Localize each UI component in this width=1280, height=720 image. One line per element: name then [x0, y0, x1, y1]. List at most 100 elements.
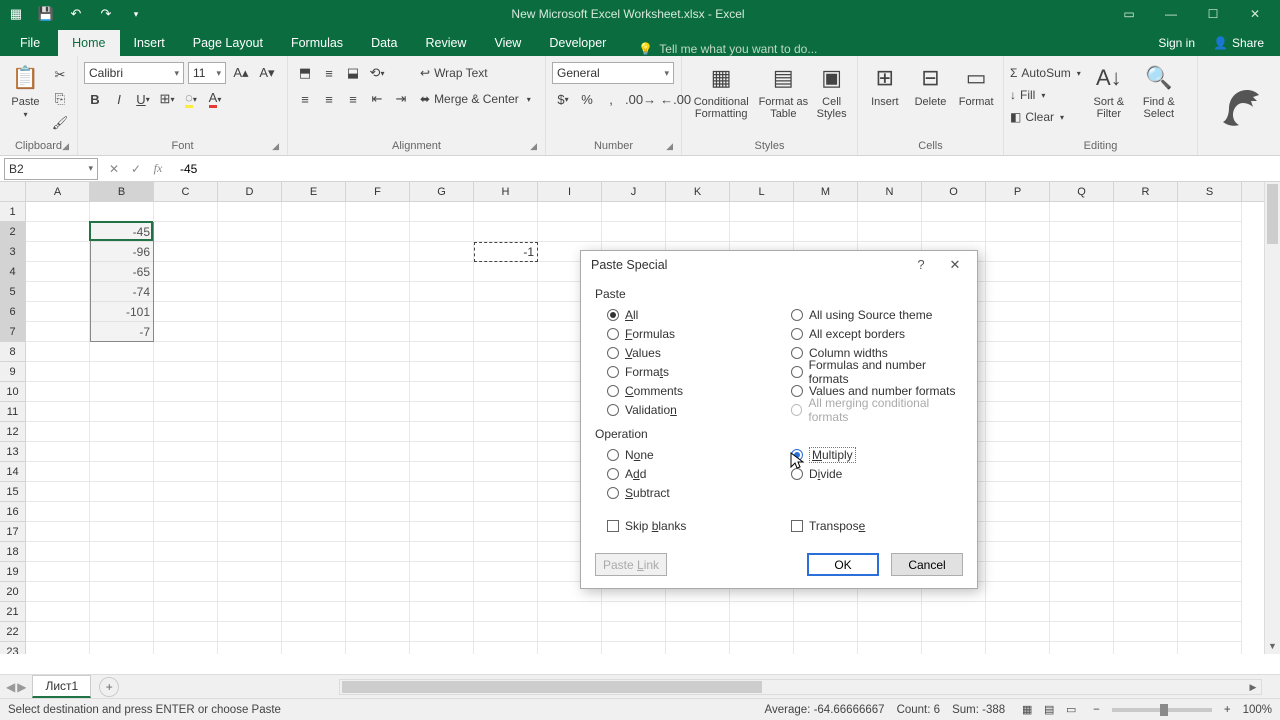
- cell-C4[interactable]: [154, 262, 218, 282]
- cell-C3[interactable]: [154, 242, 218, 262]
- cell-E7[interactable]: [282, 322, 346, 342]
- cell-L23[interactable]: [730, 642, 794, 654]
- cell-R8[interactable]: [1114, 342, 1178, 362]
- cell-E4[interactable]: [282, 262, 346, 282]
- cell-E10[interactable]: [282, 382, 346, 402]
- row-header-5[interactable]: 5: [0, 282, 26, 302]
- cell-P16[interactable]: [986, 502, 1050, 522]
- cell-F8[interactable]: [346, 342, 410, 362]
- column-header-K[interactable]: K: [666, 182, 730, 201]
- tab-review[interactable]: Review: [411, 30, 480, 56]
- cell-D12[interactable]: [218, 422, 282, 442]
- cell-D23[interactable]: [218, 642, 282, 654]
- cell-C10[interactable]: [154, 382, 218, 402]
- font-color-button[interactable]: A▾: [204, 88, 226, 110]
- cell-Q13[interactable]: [1050, 442, 1114, 462]
- cell-H1[interactable]: [474, 202, 538, 222]
- maximize-icon[interactable]: ☐: [1192, 0, 1234, 28]
- cell-B17[interactable]: [90, 522, 154, 542]
- cell-S10[interactable]: [1178, 382, 1242, 402]
- cell-Q16[interactable]: [1050, 502, 1114, 522]
- cell-E15[interactable]: [282, 482, 346, 502]
- cell-I21[interactable]: [538, 602, 602, 622]
- column-header-S[interactable]: S: [1178, 182, 1242, 201]
- tab-file[interactable]: File: [2, 30, 58, 56]
- radio-multiply[interactable]: Multiply: [779, 445, 963, 464]
- cell-B15[interactable]: [90, 482, 154, 502]
- cell-A15[interactable]: [26, 482, 90, 502]
- cell-E14[interactable]: [282, 462, 346, 482]
- normal-view-icon[interactable]: ▦: [1017, 702, 1037, 718]
- cell-J1[interactable]: [602, 202, 666, 222]
- radio-formulas-and-number-formats[interactable]: Formulas and number formats: [779, 362, 963, 381]
- cell-B11[interactable]: [90, 402, 154, 422]
- align-center-icon[interactable]: ≡: [318, 88, 340, 110]
- cell-Q19[interactable]: [1050, 562, 1114, 582]
- align-top-icon[interactable]: ⬒: [294, 62, 316, 84]
- cell-D7[interactable]: [218, 322, 282, 342]
- row-header-1[interactable]: 1: [0, 202, 26, 222]
- decrease-font-icon[interactable]: A▾: [256, 62, 278, 84]
- cell-M1[interactable]: [794, 202, 858, 222]
- sign-in-link[interactable]: Sign in: [1148, 30, 1205, 56]
- cell-P14[interactable]: [986, 462, 1050, 482]
- dialog-titlebar[interactable]: Paste Special ? ✕: [581, 251, 977, 279]
- cell-C14[interactable]: [154, 462, 218, 482]
- save-icon[interactable]: 💾: [34, 3, 58, 25]
- cell-M23[interactable]: [794, 642, 858, 654]
- cell-E19[interactable]: [282, 562, 346, 582]
- find-select-button[interactable]: 🔍Find & Select: [1137, 62, 1181, 120]
- cell-R4[interactable]: [1114, 262, 1178, 282]
- cell-B1[interactable]: [90, 202, 154, 222]
- cell-L2[interactable]: [730, 222, 794, 242]
- cell-F22[interactable]: [346, 622, 410, 642]
- cell-A5[interactable]: [26, 282, 90, 302]
- row-header-10[interactable]: 10: [0, 382, 26, 402]
- cell-L21[interactable]: [730, 602, 794, 622]
- tab-data[interactable]: Data: [357, 30, 411, 56]
- scroll-right-icon[interactable]: ▶: [1245, 680, 1261, 694]
- cell-N1[interactable]: [858, 202, 922, 222]
- cell-E6[interactable]: [282, 302, 346, 322]
- cell-J2[interactable]: [602, 222, 666, 242]
- cell-S4[interactable]: [1178, 262, 1242, 282]
- row-header-23[interactable]: 23: [0, 642, 26, 654]
- cell-B14[interactable]: [90, 462, 154, 482]
- scroll-down-icon[interactable]: ▼: [1265, 638, 1280, 654]
- cell-G1[interactable]: [410, 202, 474, 222]
- radio-all-using-source-theme[interactable]: All using Source theme: [779, 305, 963, 324]
- cell-H13[interactable]: [474, 442, 538, 462]
- cell-H22[interactable]: [474, 622, 538, 642]
- cell-F7[interactable]: [346, 322, 410, 342]
- row-header-12[interactable]: 12: [0, 422, 26, 442]
- row-header-8[interactable]: 8: [0, 342, 26, 362]
- delete-cells-button[interactable]: ⊟Delete: [910, 62, 952, 108]
- cell-S1[interactable]: [1178, 202, 1242, 222]
- cell-P12[interactable]: [986, 422, 1050, 442]
- cell-K2[interactable]: [666, 222, 730, 242]
- cell-G11[interactable]: [410, 402, 474, 422]
- format-painter-icon[interactable]: 🖌: [49, 112, 71, 134]
- copy-icon[interactable]: ⎘: [49, 88, 71, 110]
- tab-formulas[interactable]: Formulas: [277, 30, 357, 56]
- cell-A20[interactable]: [26, 582, 90, 602]
- cell-B16[interactable]: [90, 502, 154, 522]
- cell-F11[interactable]: [346, 402, 410, 422]
- select-all-corner[interactable]: [0, 182, 26, 201]
- cell-A10[interactable]: [26, 382, 90, 402]
- cell-E17[interactable]: [282, 522, 346, 542]
- cell-D14[interactable]: [218, 462, 282, 482]
- cell-R6[interactable]: [1114, 302, 1178, 322]
- cancel-button[interactable]: Cancel: [891, 553, 963, 576]
- cell-G15[interactable]: [410, 482, 474, 502]
- cell-F3[interactable]: [346, 242, 410, 262]
- cell-P15[interactable]: [986, 482, 1050, 502]
- close-icon[interactable]: ✕: [1234, 0, 1276, 28]
- cell-R2[interactable]: [1114, 222, 1178, 242]
- cell-B21[interactable]: [90, 602, 154, 622]
- cell-J21[interactable]: [602, 602, 666, 622]
- cell-D5[interactable]: [218, 282, 282, 302]
- cell-K1[interactable]: [666, 202, 730, 222]
- font-size-combo[interactable]: 11▾: [188, 62, 226, 84]
- fill-button[interactable]: ↓Fill▾: [1010, 84, 1081, 106]
